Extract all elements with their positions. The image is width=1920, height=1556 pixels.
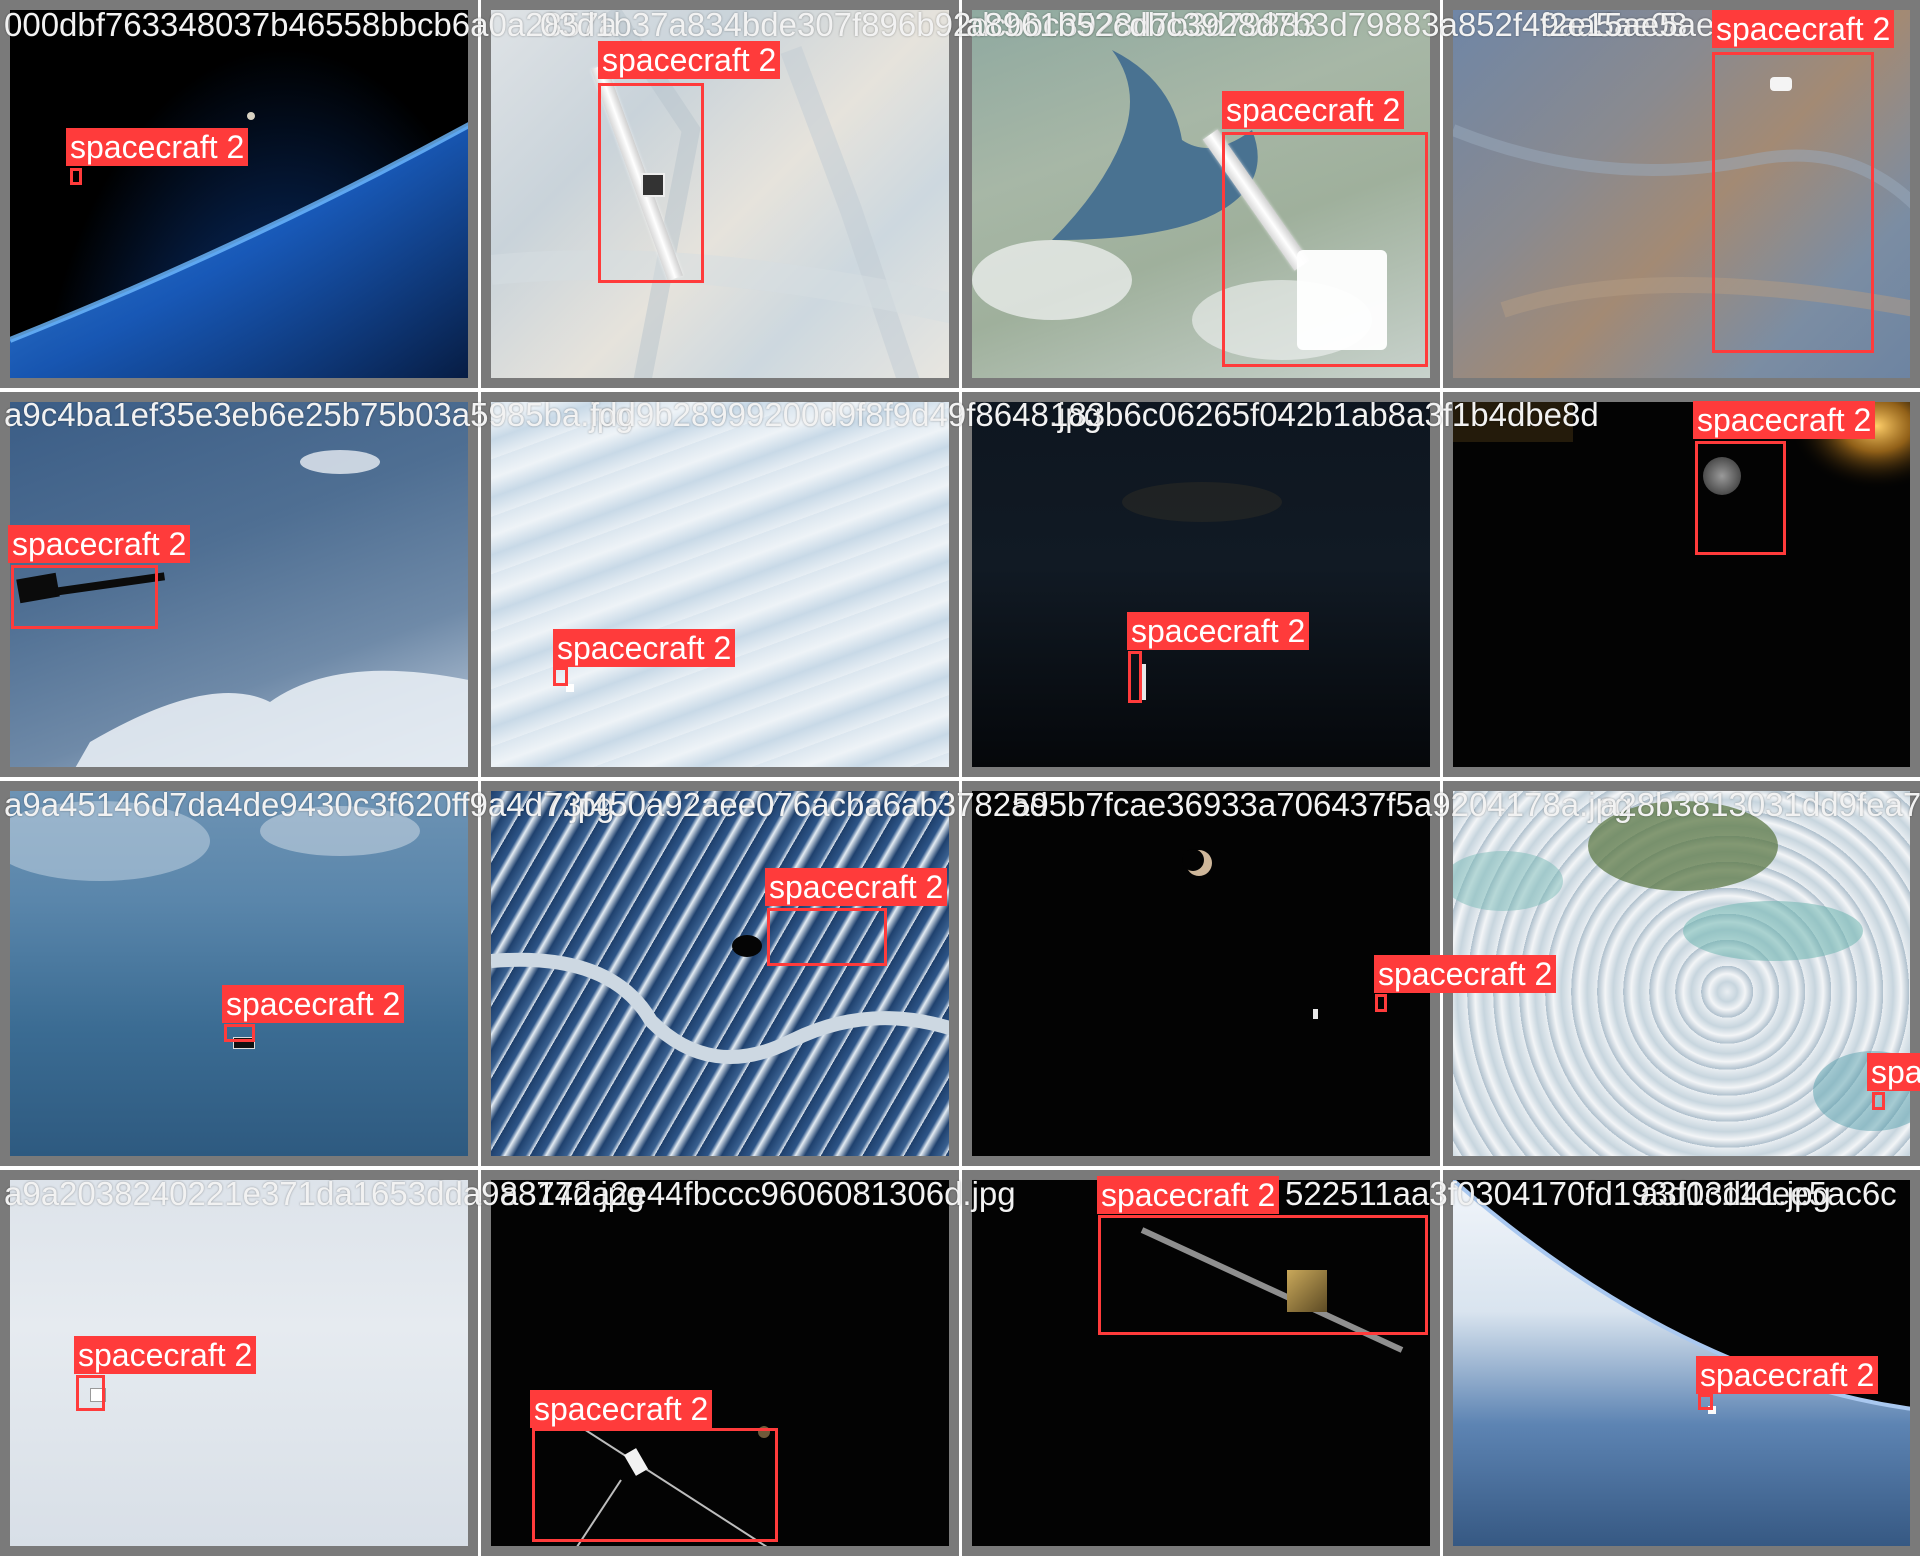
detection-label: spacecraft 2 bbox=[553, 629, 736, 667]
detection-box bbox=[1695, 441, 1786, 555]
cloud-shadow-graphic bbox=[1122, 482, 1282, 522]
detection-label: spacecraft 2 bbox=[530, 1390, 713, 1428]
detection-box bbox=[532, 1428, 778, 1542]
spacecraft-body bbox=[732, 935, 762, 957]
detection-box bbox=[1098, 1215, 1428, 1335]
detection-label: spacecraft 2 bbox=[8, 525, 191, 563]
detection-label: spacecraft 2 bbox=[1222, 91, 1405, 129]
tile-11 bbox=[962, 781, 1440, 1166]
detection-box bbox=[224, 1024, 255, 1042]
detection-label: spacecraft 2 bbox=[74, 1336, 257, 1374]
city-lights-graphic bbox=[1453, 402, 1910, 562]
earth-limb-graphic bbox=[10, 112, 468, 378]
detection-box bbox=[1375, 994, 1387, 1012]
tile-1 bbox=[0, 0, 478, 388]
detection-label: spacecraft 2 bbox=[222, 985, 405, 1023]
detection-box bbox=[598, 83, 704, 283]
detection-box bbox=[1222, 132, 1428, 367]
detection-label: spacecraft 2 bbox=[598, 41, 781, 79]
detection-label: spacecraft 2 bbox=[1127, 612, 1310, 650]
haze-graphic bbox=[10, 801, 420, 881]
detection-label: spacecraft 2 bbox=[1712, 10, 1895, 48]
detection-label: spacecraft 2 bbox=[1693, 401, 1876, 439]
detection-box bbox=[1872, 1092, 1885, 1110]
tile-7 bbox=[962, 392, 1440, 777]
detection-mosaic: spacecraft 2 spacecraft 2 spacecraft 2 s… bbox=[0, 0, 1920, 1556]
detection-label: spacecraft 2 bbox=[1696, 1356, 1879, 1394]
detection-box bbox=[553, 667, 568, 686]
detection-box bbox=[11, 565, 158, 629]
detection-box bbox=[1698, 1394, 1713, 1410]
detection-label: spacecraft 2 bbox=[1097, 1176, 1280, 1214]
tile-9 bbox=[0, 781, 478, 1166]
river-graphic bbox=[491, 952, 949, 1064]
tile-6 bbox=[481, 392, 959, 777]
detection-box bbox=[76, 1375, 105, 1411]
spacecraft-body bbox=[1313, 1009, 1318, 1019]
tile-8 bbox=[1443, 392, 1920, 777]
detection-box bbox=[767, 908, 887, 966]
detection-box bbox=[1128, 651, 1142, 703]
detection-box bbox=[1712, 52, 1874, 353]
tile-10 bbox=[481, 781, 959, 1166]
moon-graphic bbox=[1182, 849, 1212, 876]
detection-label: spacecraft 2 bbox=[765, 868, 948, 906]
detection-label-clipped: spa bbox=[1867, 1053, 1920, 1091]
detection-label: spacecraft 2 bbox=[1374, 955, 1557, 993]
detection-label: spacecraft 2 bbox=[66, 128, 249, 166]
detection-box bbox=[70, 168, 82, 185]
